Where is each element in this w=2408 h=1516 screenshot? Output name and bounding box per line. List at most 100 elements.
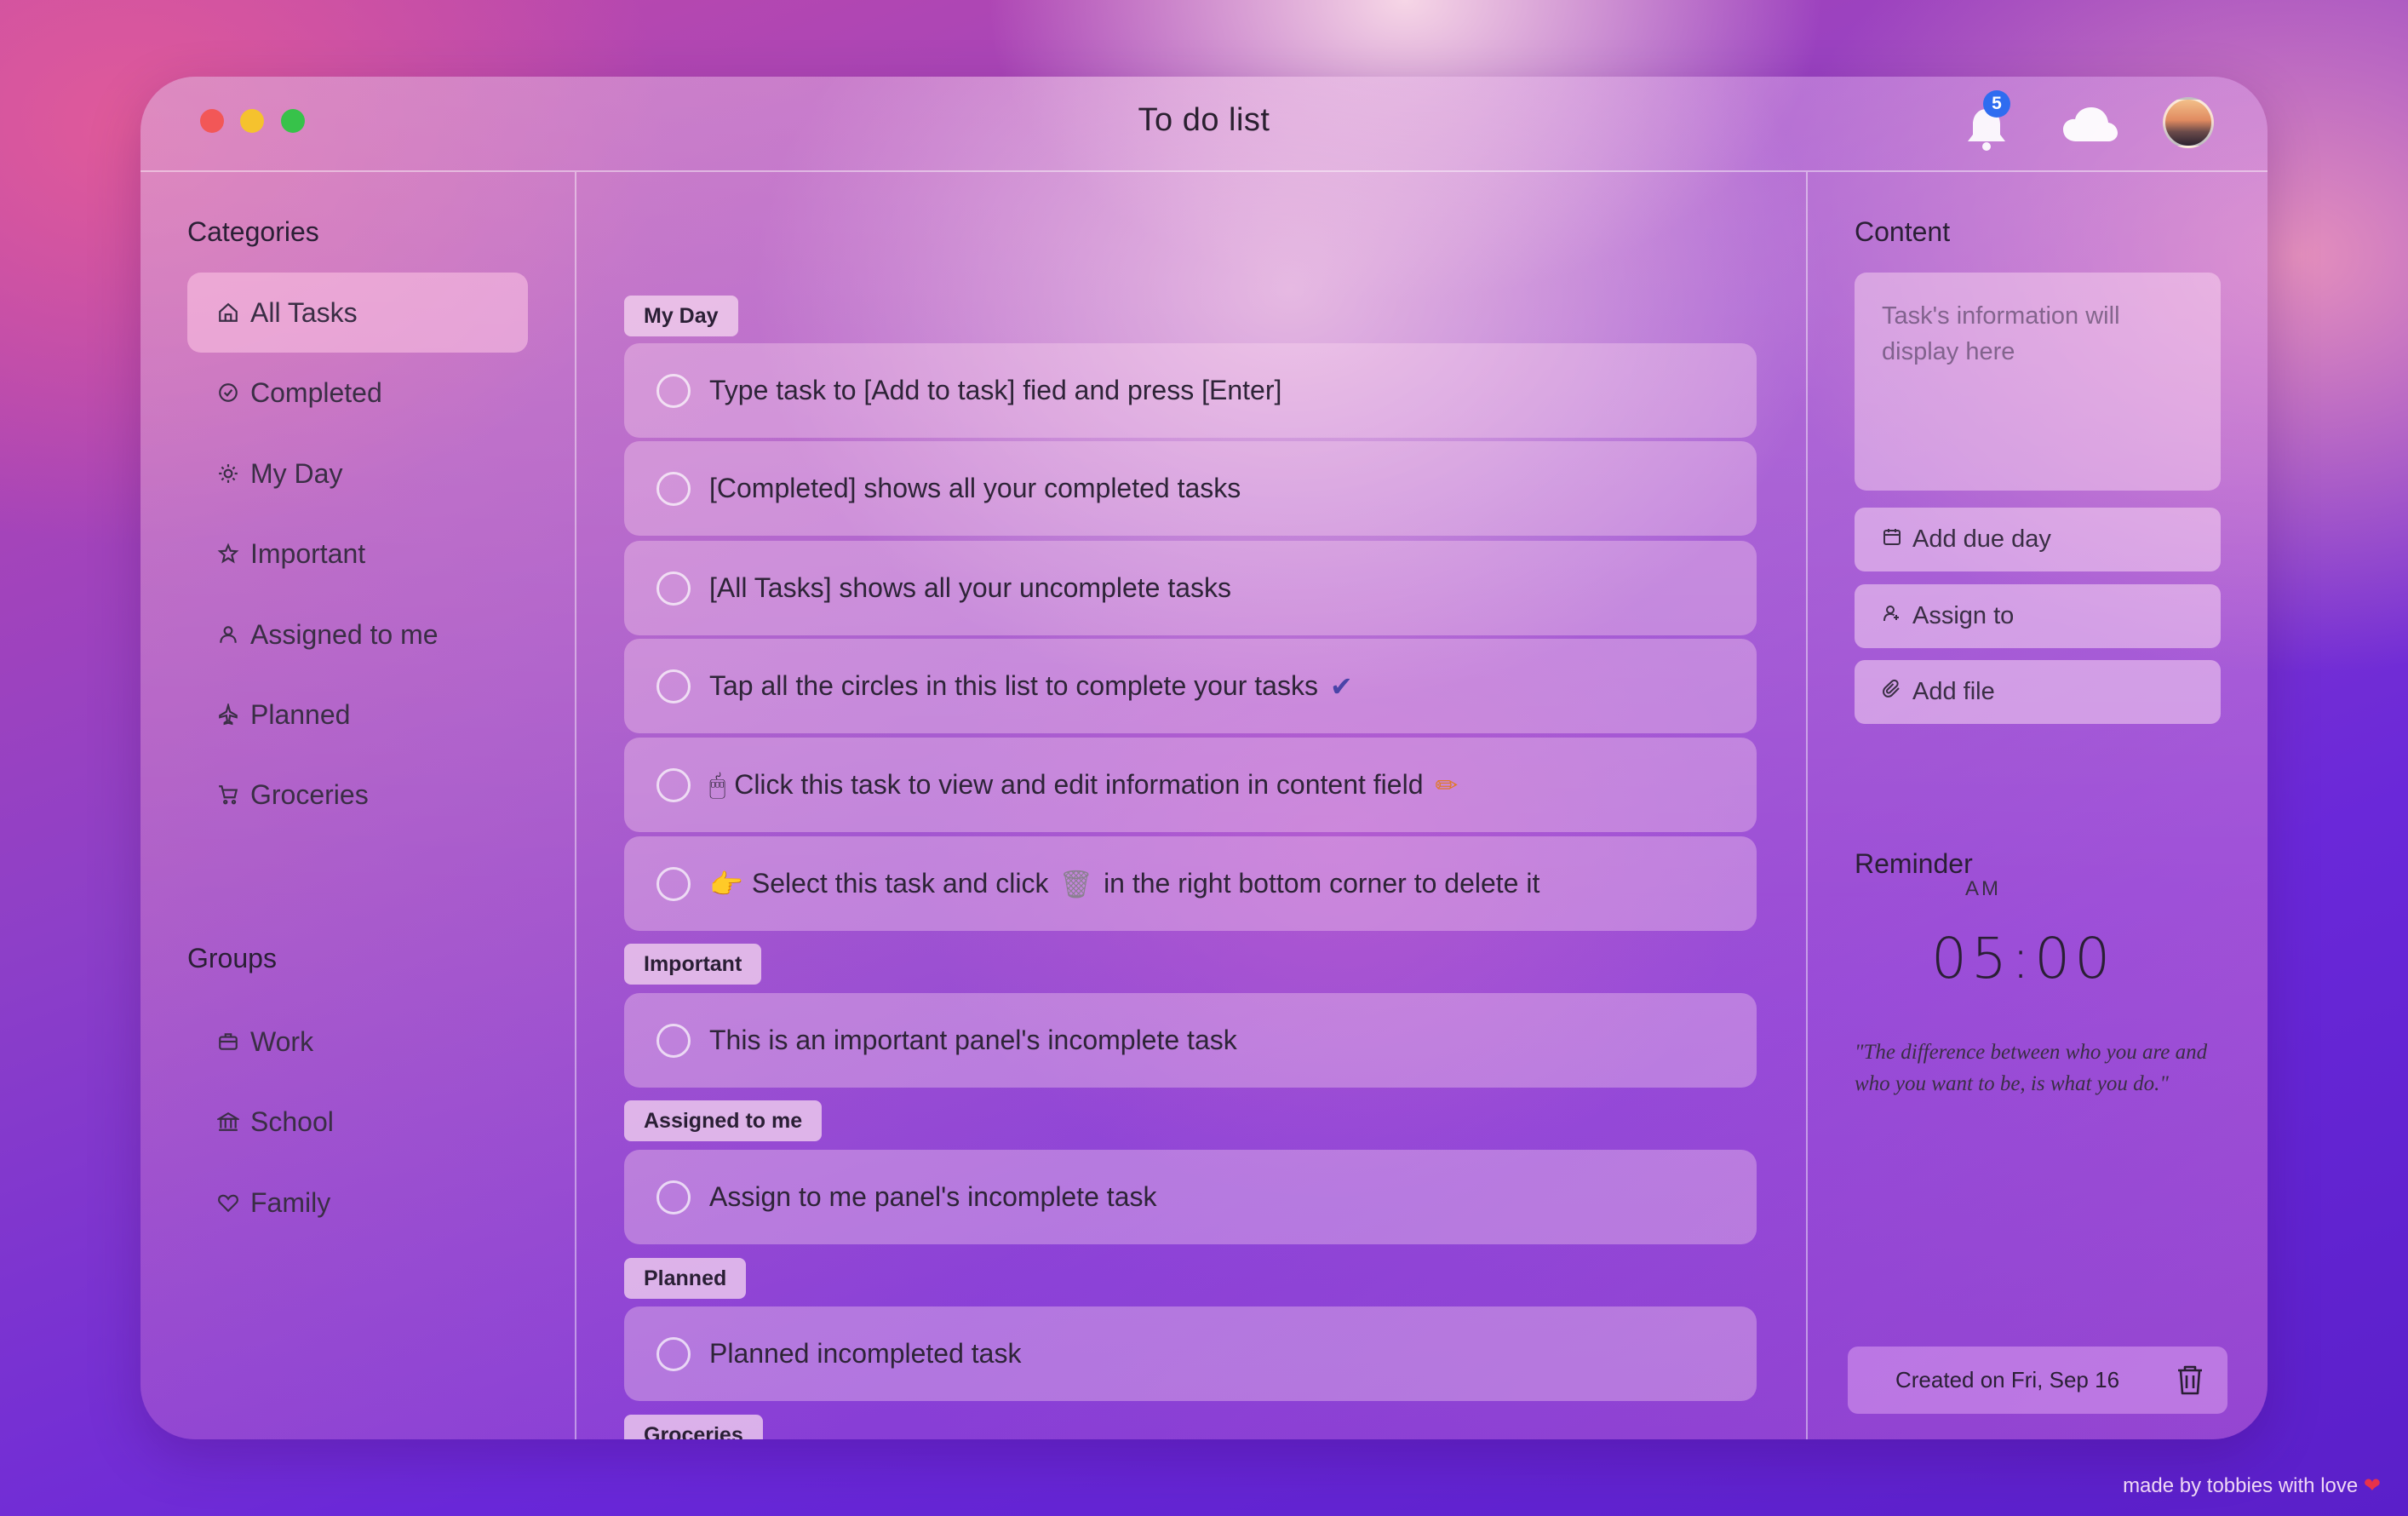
complete-task-circle[interactable]: [656, 669, 691, 703]
trash-icon[interactable]: [2175, 1364, 2205, 1396]
credit-text: made by tobbies with love ❤: [2123, 1473, 2381, 1498]
sidebar-item-label: School: [250, 1105, 334, 1137]
sidebar-item-work[interactable]: Work: [187, 1002, 528, 1082]
pencil-icon: ✏: [1435, 769, 1459, 801]
sidebar-item-groceries[interactable]: Groceries: [187, 755, 528, 835]
person-add-icon: [1882, 602, 1912, 630]
paperclip-icon: [1882, 678, 1912, 706]
sun-icon: [216, 462, 240, 485]
content-panel: Content Task's information will display …: [1808, 172, 2268, 1439]
sidebar-item-assigned-to-me[interactable]: Assigned to me: [187, 594, 528, 675]
mouse-icon: 🖱: [709, 768, 726, 800]
app-title: To do list: [1138, 102, 1270, 138]
complete-task-circle[interactable]: [656, 373, 691, 408]
complete-task-circle[interactable]: [656, 1023, 691, 1058]
task-item[interactable]: [Completed] shows all your completed tas…: [624, 441, 1757, 536]
group-tag-assigned-to-me: Assigned to me: [624, 1100, 823, 1141]
sidebar-item-school[interactable]: School: [187, 1082, 528, 1162]
task-item[interactable]: [All Tasks] shows all your uncomplete ta…: [624, 541, 1757, 635]
star-icon: [216, 542, 240, 566]
task-text: Assign to me panel's incomplete task: [709, 1181, 1157, 1212]
motivational-quote: "The difference between who you are and …: [1855, 1041, 2208, 1095]
add-file-button[interactable]: Add file: [1855, 660, 2221, 724]
sidebar-item-completed[interactable]: Completed: [187, 353, 528, 433]
home-icon: [216, 301, 240, 324]
task-list: My Day Type task to [Add to task] fied a…: [576, 172, 1806, 1439]
sidebar: Categories All Tasks Completed My Day Im…: [140, 172, 575, 1439]
complete-task-circle[interactable]: [656, 471, 691, 506]
sidebar-item-family[interactable]: Family: [187, 1163, 528, 1243]
created-date-label: Created on Fri, Sep 16: [1895, 1367, 2120, 1393]
complete-task-circle[interactable]: [656, 1180, 691, 1215]
institution-icon: [216, 1110, 240, 1134]
group-tag-important: Important: [624, 944, 762, 985]
trash-icon: 🗑: [1058, 868, 1094, 899]
group-tag-groceries: Groceries: [624, 1415, 763, 1439]
complete-task-circle[interactable]: [656, 571, 691, 606]
pointing-hand-icon: 👉: [709, 868, 743, 899]
task-text: Tap all the circles in this list to comp…: [709, 670, 1318, 701]
categories-heading: Categories: [187, 216, 319, 247]
checkmark-icon: ✔: [1329, 670, 1353, 702]
sidebar-item-label: Completed: [250, 376, 382, 408]
briefcase-icon: [216, 1030, 240, 1054]
task-item[interactable]: Planned incompleted task: [624, 1306, 1757, 1401]
sidebar-item-all-tasks[interactable]: All Tasks: [187, 273, 528, 353]
notification-badge: 5: [1983, 90, 2010, 118]
task-text: This is an important panel's incomplete …: [709, 1025, 1237, 1055]
check-circle-icon: [216, 381, 240, 405]
task-text: Type task to [Add to task] fied and pres…: [709, 375, 1282, 405]
task-text: Planned incompleted task: [709, 1338, 1022, 1369]
calendar-icon: [1882, 525, 1912, 554]
task-content-field[interactable]: Task's information will display here: [1855, 273, 2221, 491]
sidebar-item-important[interactable]: Important: [187, 514, 528, 594]
reminder-heading: Reminder: [1855, 848, 1973, 879]
task-item[interactable]: Assign to me panel's incomplete task: [624, 1150, 1757, 1244]
cloud-icon[interactable]: [2061, 104, 2120, 146]
group-tag-my-day: My Day: [624, 296, 738, 336]
sidebar-item-label: Important: [250, 537, 366, 569]
title-bar: To do list 5: [140, 77, 2268, 172]
sidebar-item-label: All Tasks: [250, 296, 358, 328]
task-item[interactable]: Tap all the circles in this list to comp…: [624, 639, 1757, 733]
task-text-continued: in the right bottom corner to delete it: [1104, 868, 1540, 899]
sidebar-item-label: Family: [250, 1186, 331, 1218]
task-item[interactable]: 🖱 Click this task to view and edit infor…: [624, 738, 1757, 832]
sidebar-item-label: Work: [250, 1025, 314, 1057]
reminder-time[interactable]: 05:00: [1931, 926, 2114, 991]
task-text: Select this task and click: [751, 868, 1049, 899]
complete-task-circle[interactable]: [656, 1336, 691, 1371]
heart-icon: ❤: [2363, 1474, 2381, 1497]
reminder-ampm: AM: [1965, 877, 2001, 900]
content-heading: Content: [1855, 216, 1951, 247]
plane-icon: [216, 703, 240, 726]
add-due-day-button[interactable]: Add due day: [1855, 508, 2221, 571]
cart-icon: [216, 783, 240, 807]
add-file-label: Add file: [1912, 678, 1995, 705]
task-item[interactable]: 👉 Select this task and click 🗑 in the ri…: [624, 836, 1757, 931]
heart-icon: [216, 1191, 240, 1215]
sidebar-item-label: My Day: [250, 457, 343, 489]
sidebar-item-label: Planned: [250, 698, 351, 730]
group-tag-planned: Planned: [624, 1258, 747, 1299]
complete-task-circle[interactable]: [656, 866, 691, 901]
add-due-day-label: Add due day: [1912, 525, 2051, 553]
groups-heading: Groups: [187, 943, 277, 973]
task-text: [All Tasks] shows all your uncomplete ta…: [709, 572, 1231, 603]
credit-label: made by tobbies with love: [2123, 1474, 2359, 1497]
task-text: [Completed] shows all your completed tas…: [709, 473, 1241, 503]
sidebar-item-label: Assigned to me: [250, 618, 439, 650]
complete-task-circle[interactable]: [656, 767, 691, 802]
task-item[interactable]: Type task to [Add to task] fied and pres…: [624, 343, 1757, 438]
person-icon: [216, 623, 240, 646]
sidebar-item-my-day[interactable]: My Day: [187, 434, 528, 514]
task-text: Click this task to view and edit informa…: [734, 769, 1424, 800]
created-date-bar: Created on Fri, Sep 16: [1848, 1347, 2227, 1414]
assign-to-button[interactable]: Assign to: [1855, 584, 2221, 648]
app-window: To do list 5 Categories All Tasks Comple…: [140, 77, 2268, 1439]
task-item[interactable]: This is an important panel's incomplete …: [624, 993, 1757, 1088]
sidebar-item-label: Groceries: [250, 778, 369, 810]
avatar[interactable]: [2163, 97, 2214, 148]
sidebar-item-planned[interactable]: Planned: [187, 675, 528, 755]
assign-to-label: Assign to: [1912, 602, 2015, 629]
